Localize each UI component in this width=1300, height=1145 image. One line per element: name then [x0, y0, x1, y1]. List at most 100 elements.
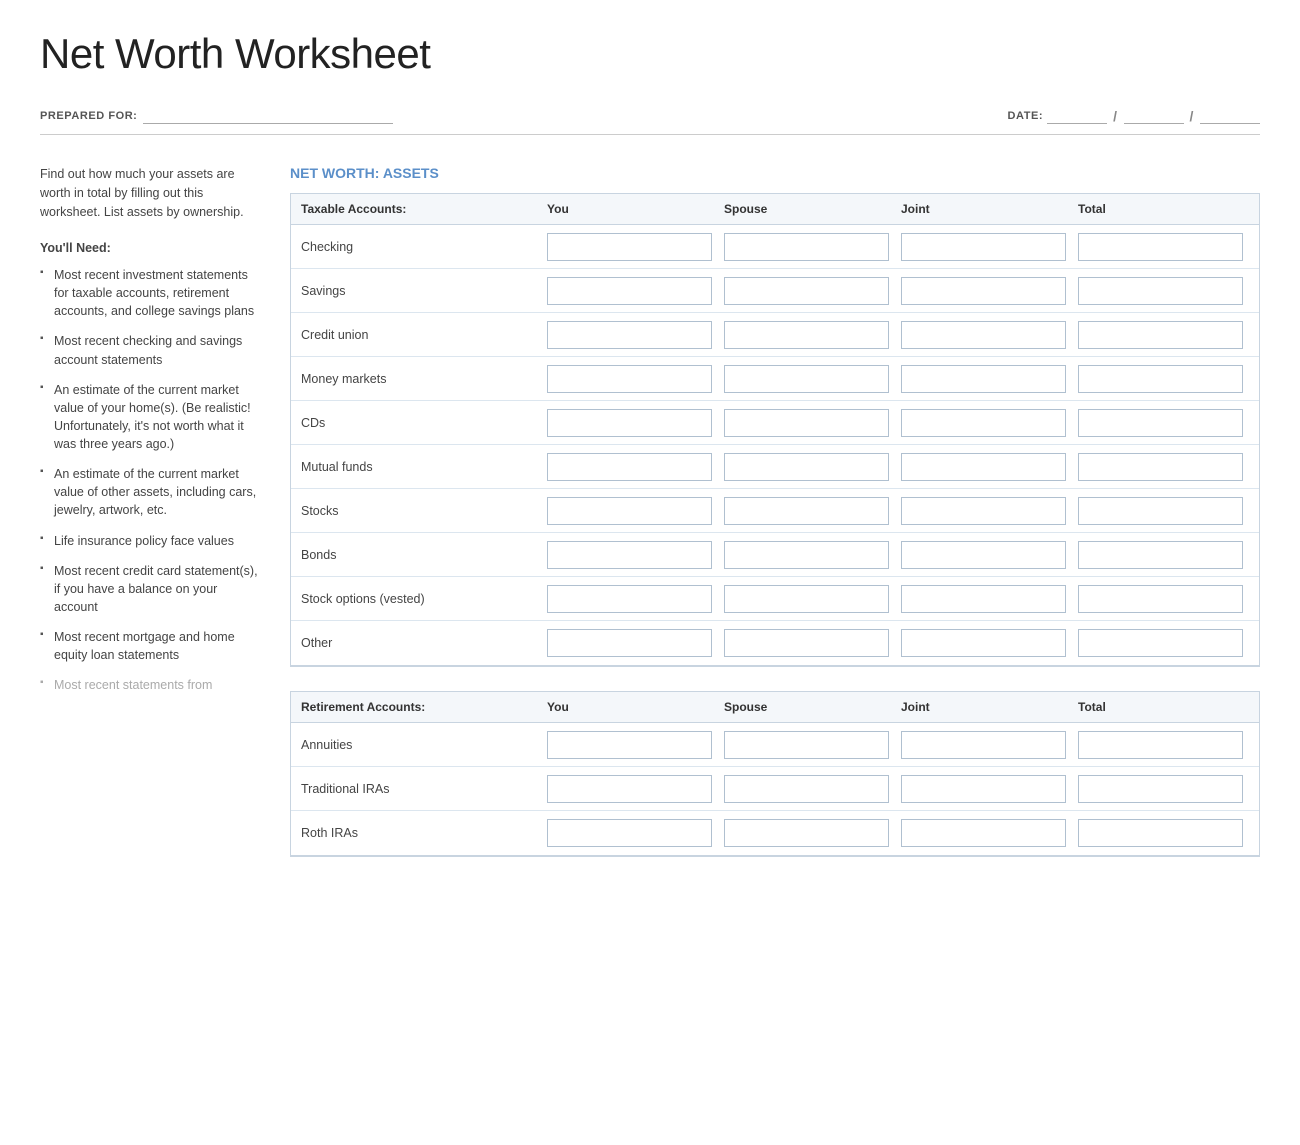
taxable-input-1-spouse[interactable] — [724, 277, 889, 305]
taxable-col-you: You — [541, 202, 718, 216]
taxable-bonds-total — [1072, 541, 1249, 569]
taxable-input-2-total[interactable] — [1078, 321, 1243, 349]
retirement-roth-iras-joint — [895, 819, 1072, 847]
taxable-input-4-you[interactable] — [547, 409, 712, 437]
retirement-col-you: You — [541, 700, 718, 714]
taxable-input-0-you[interactable] — [547, 233, 712, 261]
taxable-input-5-spouse[interactable] — [724, 453, 889, 481]
taxable-input-8-joint[interactable] — [901, 585, 1066, 613]
taxable-input-2-spouse[interactable] — [724, 321, 889, 349]
taxable-bonds-you — [541, 541, 718, 569]
retirement-input-1-you[interactable] — [547, 775, 712, 803]
taxable-input-6-joint[interactable] — [901, 497, 1066, 525]
retirement-col-total: Total — [1072, 700, 1249, 714]
taxable-input-5-you[interactable] — [547, 453, 712, 481]
retirement-row-label-0: Annuities — [301, 738, 541, 752]
taxable-input-1-joint[interactable] — [901, 277, 1066, 305]
taxable-credit-union-you — [541, 321, 718, 349]
taxable-input-2-you[interactable] — [547, 321, 712, 349]
taxable-checking-joint — [895, 233, 1072, 261]
header-bar: PREPARED FOR: DATE: / / — [40, 108, 1260, 135]
retirement-input-2-spouse[interactable] — [724, 819, 889, 847]
taxable-input-6-spouse[interactable] — [724, 497, 889, 525]
retirement-input-1-total[interactable] — [1078, 775, 1243, 803]
retirement-roth-iras-you — [541, 819, 718, 847]
taxable-input-7-you[interactable] — [547, 541, 712, 569]
taxable-input-9-you[interactable] — [547, 629, 712, 657]
taxable-stock-options-(vested)-spouse — [718, 585, 895, 613]
taxable-input-9-spouse[interactable] — [724, 629, 889, 657]
retirement-input-1-joint[interactable] — [901, 775, 1066, 803]
taxable-other-joint — [895, 629, 1072, 657]
retirement-input-0-total[interactable] — [1078, 731, 1243, 759]
taxable-input-8-spouse[interactable] — [724, 585, 889, 613]
retirement-input-0-joint[interactable] — [901, 731, 1066, 759]
taxable-mutual-funds-joint — [895, 453, 1072, 481]
taxable-input-6-you[interactable] — [547, 497, 712, 525]
retirement-input-2-total[interactable] — [1078, 819, 1243, 847]
taxable-checking-you — [541, 233, 718, 261]
retirement-roth-iras-total — [1072, 819, 1249, 847]
taxable-money-markets-spouse — [718, 365, 895, 393]
taxable-row-9: Other — [291, 621, 1259, 665]
taxable-row-label-7: Bonds — [301, 548, 541, 562]
taxable-money-markets-joint — [895, 365, 1072, 393]
taxable-input-5-total[interactable] — [1078, 453, 1243, 481]
taxable-input-3-you[interactable] — [547, 365, 712, 393]
retirement-annuities-spouse — [718, 731, 895, 759]
taxable-row-4: CDs — [291, 401, 1259, 445]
taxable-col-headers: Taxable Accounts: You Spouse Joint Total — [291, 194, 1259, 225]
date-slash-1: / — [1111, 108, 1119, 124]
taxable-input-5-joint[interactable] — [901, 453, 1066, 481]
taxable-savings-you — [541, 277, 718, 305]
taxable-input-4-spouse[interactable] — [724, 409, 889, 437]
taxable-cds-spouse — [718, 409, 895, 437]
taxable-checking-spouse — [718, 233, 895, 261]
taxable-input-4-total[interactable] — [1078, 409, 1243, 437]
taxable-input-3-spouse[interactable] — [724, 365, 889, 393]
taxable-input-6-total[interactable] — [1078, 497, 1243, 525]
taxable-money-markets-total — [1072, 365, 1249, 393]
taxable-input-1-you[interactable] — [547, 277, 712, 305]
taxable-input-0-total[interactable] — [1078, 233, 1243, 261]
taxable-input-1-total[interactable] — [1078, 277, 1243, 305]
taxable-row-label-2: Credit union — [301, 328, 541, 342]
taxable-stock-options-(vested)-joint — [895, 585, 1072, 613]
taxable-input-0-joint[interactable] — [901, 233, 1066, 261]
retirement-annuities-total — [1072, 731, 1249, 759]
retirement-input-0-spouse[interactable] — [724, 731, 889, 759]
retirement-input-1-spouse[interactable] — [724, 775, 889, 803]
taxable-row-1: Savings — [291, 269, 1259, 313]
taxable-input-9-joint[interactable] — [901, 629, 1066, 657]
taxable-cds-you — [541, 409, 718, 437]
retirement-input-0-you[interactable] — [547, 731, 712, 759]
taxable-input-0-spouse[interactable] — [724, 233, 889, 261]
taxable-input-8-total[interactable] — [1078, 585, 1243, 613]
taxable-input-3-total[interactable] — [1078, 365, 1243, 393]
taxable-input-7-joint[interactable] — [901, 541, 1066, 569]
retirement-annuities-joint — [895, 731, 1072, 759]
taxable-input-7-spouse[interactable] — [724, 541, 889, 569]
retirement-input-2-you[interactable] — [547, 819, 712, 847]
taxable-input-2-joint[interactable] — [901, 321, 1066, 349]
taxable-input-8-you[interactable] — [547, 585, 712, 613]
retirement-col-joint: Joint — [895, 700, 1072, 714]
retirement-input-2-joint[interactable] — [901, 819, 1066, 847]
prepared-for-field: PREPARED FOR: — [40, 108, 393, 124]
retirement-col-spouse: Spouse — [718, 700, 895, 714]
taxable-row-0: Checking — [291, 225, 1259, 269]
retirement-row-0: Annuities — [291, 723, 1259, 767]
taxable-money-markets-you — [541, 365, 718, 393]
taxable-checking-total — [1072, 233, 1249, 261]
taxable-stock-options-(vested)-total — [1072, 585, 1249, 613]
taxable-input-9-total[interactable] — [1078, 629, 1243, 657]
taxable-row-label-4: CDs — [301, 416, 541, 430]
taxable-input-7-total[interactable] — [1078, 541, 1243, 569]
date-day — [1124, 108, 1184, 124]
content-area: Find out how much your assets are worth … — [40, 165, 1260, 881]
taxable-savings-spouse — [718, 277, 895, 305]
taxable-mutual-funds-spouse — [718, 453, 895, 481]
taxable-input-3-joint[interactable] — [901, 365, 1066, 393]
taxable-stock-options-(vested)-you — [541, 585, 718, 613]
taxable-input-4-joint[interactable] — [901, 409, 1066, 437]
